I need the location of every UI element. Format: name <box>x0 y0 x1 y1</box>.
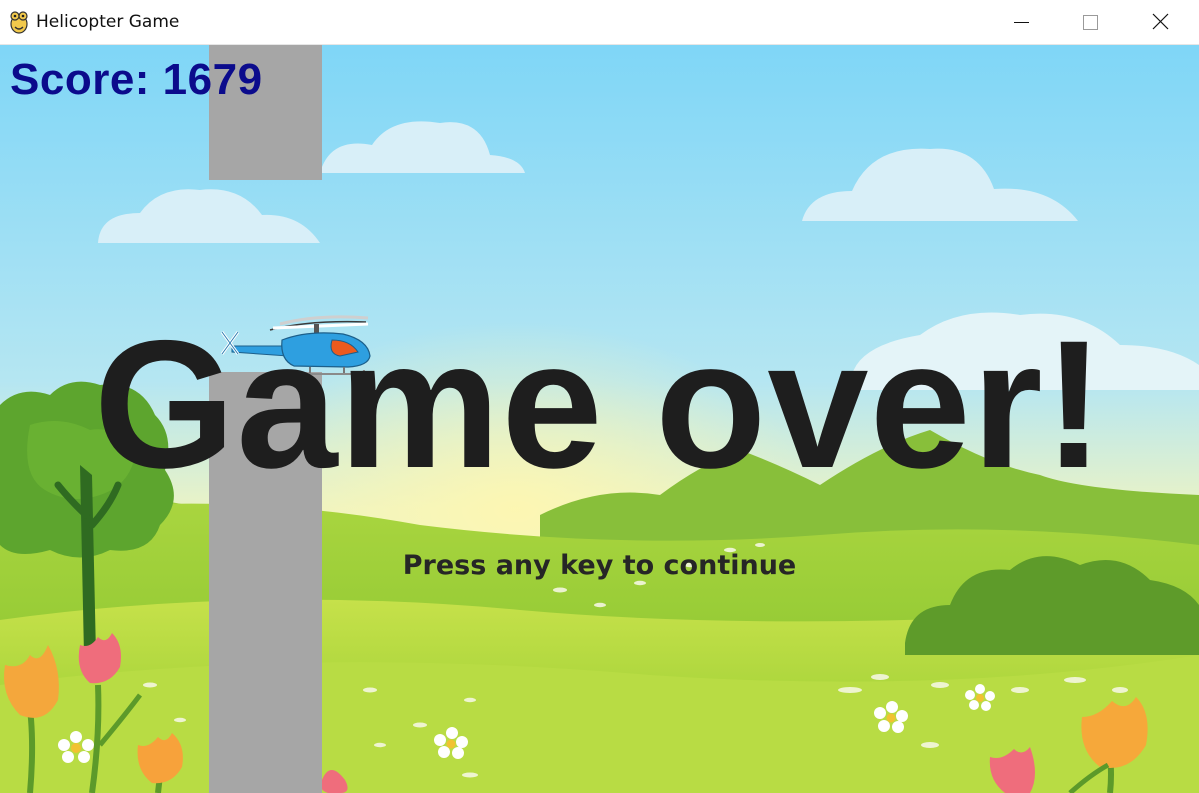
minimize-button[interactable] <box>988 0 1054 45</box>
minimize-icon <box>1014 22 1029 23</box>
game-over-message: Game over! <box>93 302 1106 506</box>
close-icon <box>1152 13 1169 30</box>
maximize-icon <box>1083 15 1098 30</box>
close-button[interactable] <box>1127 0 1193 45</box>
window-titlebar: Helicopter Game <box>0 0 1199 45</box>
continue-prompt: Press any key to continue <box>402 550 797 581</box>
score-label: Score: 1679 <box>10 55 263 104</box>
maximize-button[interactable] <box>1056 0 1122 45</box>
app-icon <box>10 11 28 34</box>
window-title: Helicopter Game <box>36 12 180 32</box>
game-canvas[interactable]: Score: 1679 Game over! Press any key to … <box>0 45 1199 793</box>
